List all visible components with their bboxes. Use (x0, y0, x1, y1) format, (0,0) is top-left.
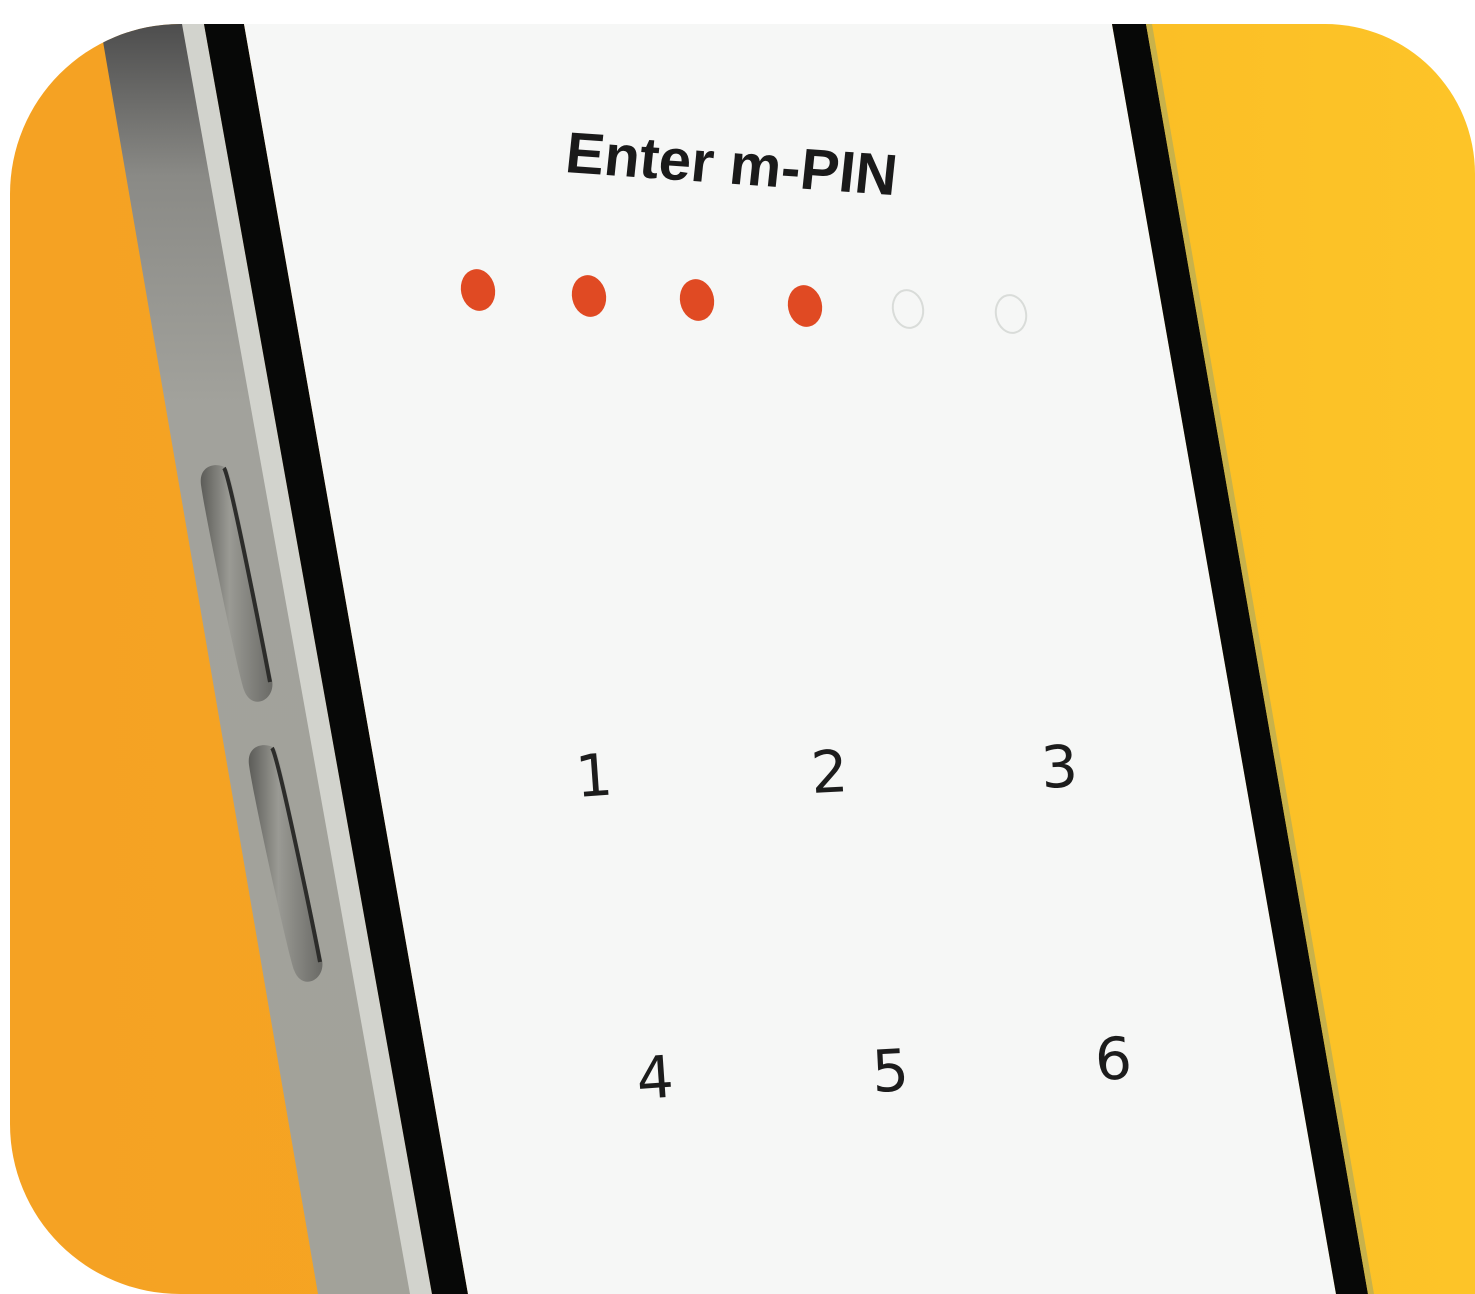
keypad-key-3[interactable]: 3 (1039, 732, 1079, 802)
keypad-key-6[interactable]: 6 (1093, 1024, 1133, 1094)
keypad-key-4[interactable]: 4 (634, 1043, 676, 1113)
phone: Enter m-PIN 1 2 3 4 5 6 (0, 0, 1475, 1294)
keypad-key-2[interactable]: 2 (809, 737, 849, 807)
keypad-key-5[interactable]: 5 (870, 1036, 910, 1106)
keypad-key-1[interactable]: 1 (573, 741, 615, 811)
